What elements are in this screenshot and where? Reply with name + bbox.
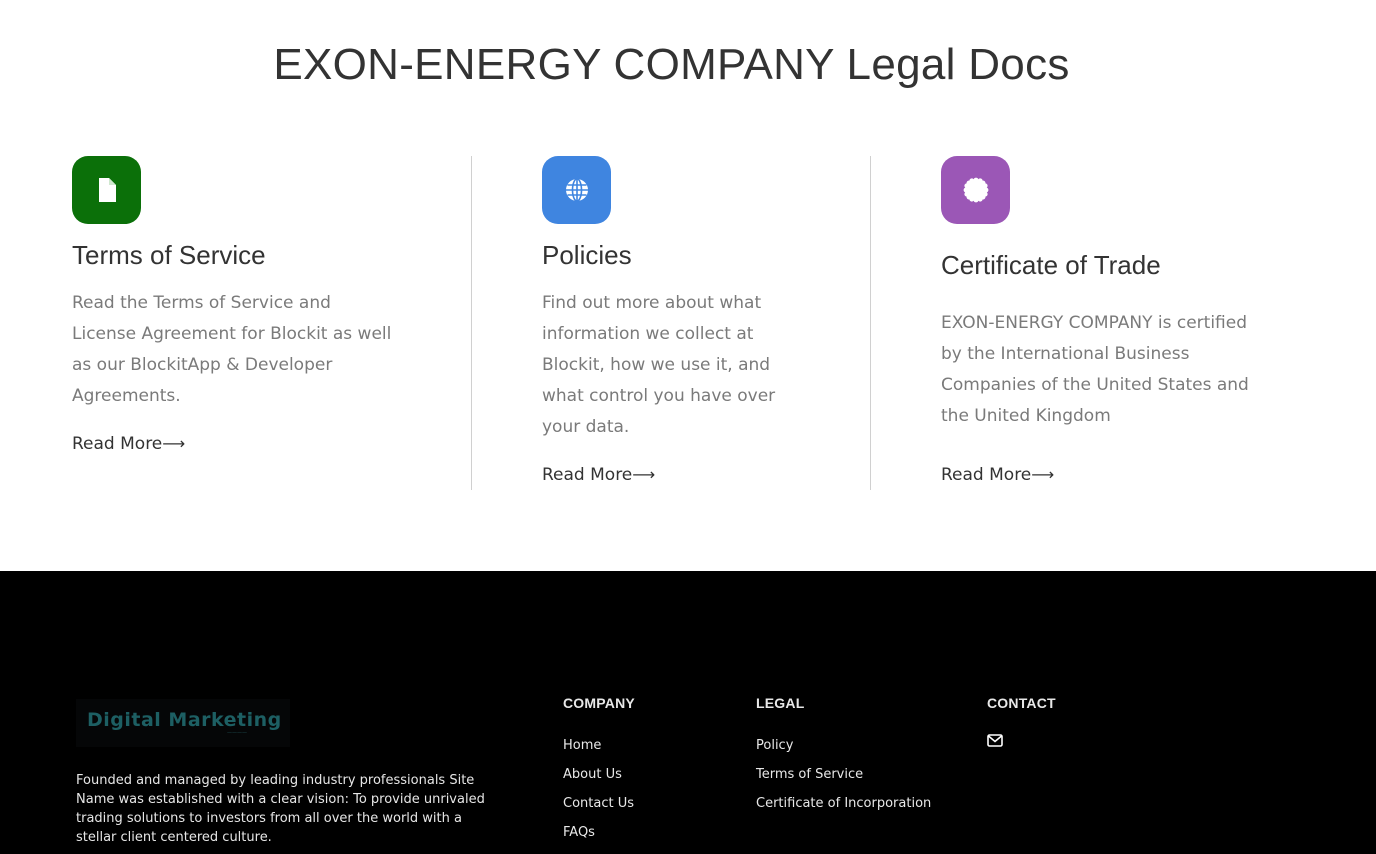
footer-contact-heading: CONTACT (987, 695, 1056, 711)
card-title: Certificate of Trade (941, 250, 1161, 280)
card-title: Policies (542, 240, 632, 270)
card-text-line: what control you have over (542, 386, 776, 406)
site-footer: Digital Marketing ———— Founded and manag… (0, 571, 1376, 854)
card-description: EXON-ENERGY COMPANY is certified by the … (941, 308, 1281, 432)
card-certificate-of-trade (941, 156, 1010, 224)
column-divider (870, 156, 871, 490)
certificate-icon (941, 156, 1010, 224)
footer-link-terms-of-service[interactable]: Terms of Service (756, 767, 931, 796)
read-more-label: Read More (941, 465, 1032, 485)
footer-link-certificate-of-incorporation[interactable]: Certificate of Incorporation (756, 796, 931, 825)
column-divider (471, 156, 472, 490)
footer-link-policy[interactable]: Policy (756, 738, 931, 767)
card-text-line: information we collect at (542, 324, 754, 344)
logo-tagline-mark: ———— (227, 730, 247, 736)
card-text-line: as our BlockitApp & Developer (72, 355, 333, 375)
page-title: EXON-ENERGY COMPANY Legal Docs (273, 40, 1070, 89)
card-text-line: EXON-ENERGY COMPANY is certified (941, 313, 1247, 333)
arrow-right-icon: ⟶ (162, 434, 186, 453)
footer-contact-column: CONTACT (987, 695, 1056, 751)
card-policies (542, 156, 611, 224)
card-text-line: Companies of the United States and (941, 375, 1249, 395)
footer-link-contact-us[interactable]: Contact Us (563, 796, 635, 825)
footer-legal-column: LEGAL Policy Terms of Service Certificat… (756, 695, 931, 825)
globe-icon (542, 156, 611, 224)
card-text-line: the United Kingdom (941, 406, 1111, 426)
site-logo[interactable]: Digital Marketing ———— (76, 699, 290, 747)
arrow-right-icon: ⟶ (1031, 465, 1055, 484)
footer-link-home[interactable]: Home (563, 738, 635, 767)
logo-text: Digital Marketing (87, 709, 282, 731)
card-terms-of-service (72, 156, 141, 224)
card-description: Read the Terms of Service and License Ag… (72, 288, 432, 412)
footer-company-heading: COMPANY (563, 695, 635, 711)
arrow-right-icon: ⟶ (632, 465, 656, 484)
card-text-line: by the International Business (941, 344, 1190, 364)
read-more-link-terms[interactable]: Read More⟶ (72, 434, 185, 454)
read-more-label: Read More (72, 434, 163, 454)
read-more-label: Read More (542, 465, 633, 485)
card-text-line: Read the Terms of Service and (72, 293, 331, 313)
read-more-link-certificate[interactable]: Read More⟶ (941, 465, 1054, 485)
footer-company-column: COMPANY Home About Us Contact Us FAQs (563, 695, 635, 854)
card-title: Terms of Service (72, 240, 266, 270)
card-text-line: License Agreement for Blockit as well (72, 324, 392, 344)
card-description: Find out more about what information we … (542, 288, 812, 443)
footer-link-about-us[interactable]: About Us (563, 767, 635, 796)
footer-legal-heading: LEGAL (756, 695, 805, 711)
read-more-link-policies[interactable]: Read More⟶ (542, 465, 655, 485)
card-text-line: Blockit, how we use it, and (542, 355, 771, 375)
card-text-line: your data. (542, 417, 630, 437)
footer-about-text: Founded and managed by leading industry … (76, 773, 485, 845)
card-text-line: Find out more about what (542, 293, 762, 313)
footer-link-faqs[interactable]: FAQs (563, 825, 635, 854)
card-text-line: Agreements. (72, 386, 181, 406)
envelope-icon[interactable] (987, 732, 1056, 751)
document-icon (72, 156, 141, 224)
